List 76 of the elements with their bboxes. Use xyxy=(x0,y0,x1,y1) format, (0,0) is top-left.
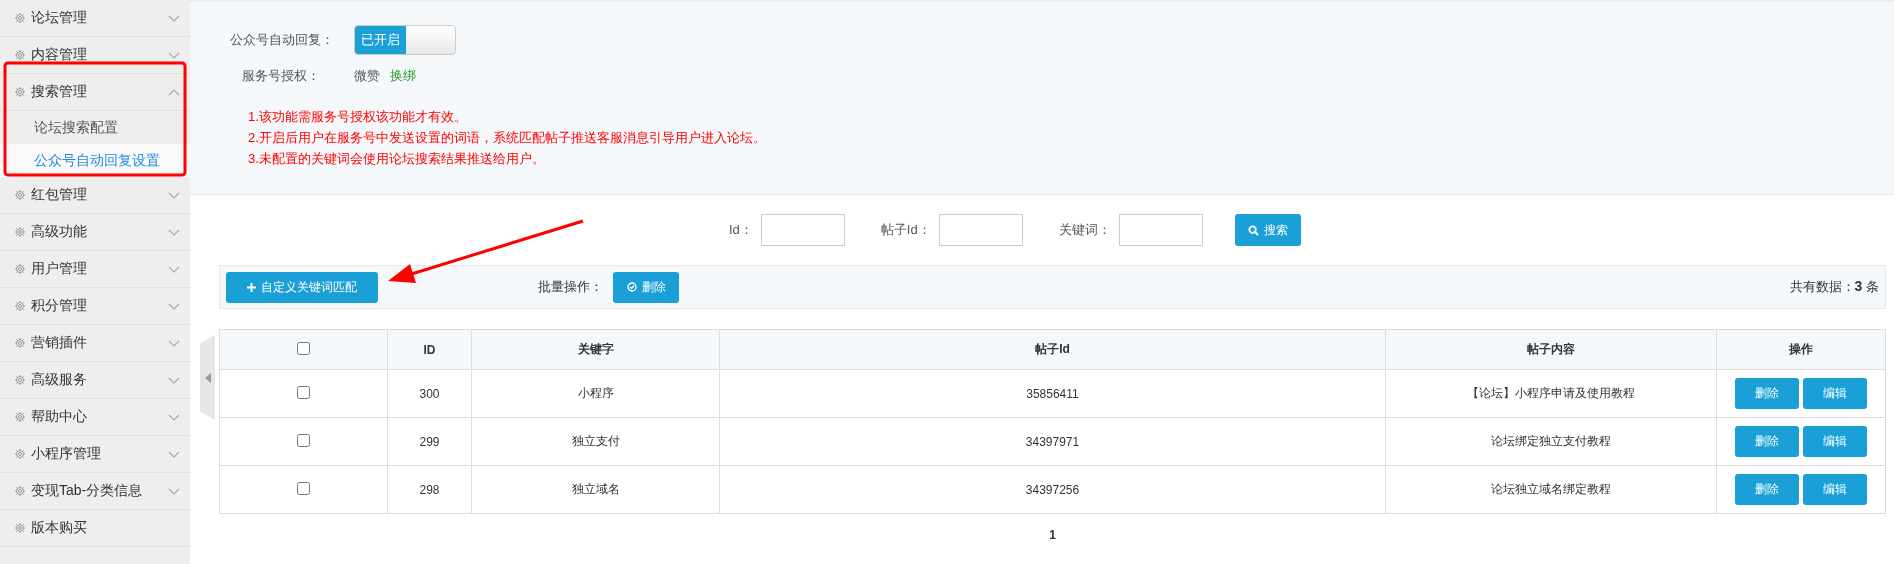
chevron-icon xyxy=(168,191,180,199)
notice-text: 2.开启后用户在服务号中发送设置的词语，系统匹配帖子推送客服消息引导用户进入论坛。 xyxy=(248,129,767,146)
table-cell: 论坛绑定独立支付教程 xyxy=(1385,417,1717,466)
sidebar-item[interactable]: 营销插件 xyxy=(0,325,190,362)
field-label: 服务号授权： xyxy=(241,67,321,85)
gear-icon xyxy=(14,12,26,24)
chevron-icon xyxy=(168,487,180,495)
total-count: 共有数据：3 条 xyxy=(1789,278,1879,296)
triangle-left-icon xyxy=(204,372,211,383)
gear-icon xyxy=(14,337,26,349)
field-label: 关键词： xyxy=(1058,221,1111,239)
table-cell: 35856411 xyxy=(719,369,1386,418)
field-label: 公众号自动回复： xyxy=(230,31,335,49)
chevron-icon xyxy=(168,339,180,347)
gear-icon xyxy=(14,374,26,386)
column-header: 操作 xyxy=(1716,329,1886,370)
select-all-checkbox[interactable] xyxy=(297,341,310,355)
search-icon xyxy=(1247,224,1259,236)
sidebar-item[interactable]: 高级功能 xyxy=(0,214,190,251)
gear-icon xyxy=(14,189,26,201)
table-cell: 298 xyxy=(387,465,472,514)
chevron-icon xyxy=(168,14,180,22)
column-header: 帖子Id xyxy=(719,329,1386,370)
gear-icon xyxy=(14,411,26,423)
table-cell: 300 xyxy=(387,369,472,418)
search-field[interactable] xyxy=(938,214,1023,246)
gear-icon xyxy=(14,49,26,61)
chevron-icon xyxy=(168,302,180,310)
chevron-icon xyxy=(168,413,180,421)
table-cell: 【论坛】小程序申请及使用教程 xyxy=(1385,369,1717,418)
sidebar-item[interactable]: 高级服务 xyxy=(0,362,190,399)
table-cell: 独立域名 xyxy=(471,465,720,514)
row-checkbox[interactable] xyxy=(297,433,310,447)
row-checkbox[interactable] xyxy=(297,385,310,399)
rebind-link[interactable]: 换绑 xyxy=(390,67,416,85)
sidebar-item[interactable]: 版本购买 xyxy=(0,510,190,547)
table-cell: 34397971 xyxy=(719,417,1386,466)
search-field[interactable] xyxy=(760,214,845,246)
table-cell: 小程序 xyxy=(471,369,720,418)
plus-icon xyxy=(247,282,256,292)
chevron-icon xyxy=(168,228,180,236)
sidebar-item[interactable]: 红包管理 xyxy=(0,177,190,214)
table-cell: 独立支付 xyxy=(471,417,720,466)
page-link[interactable]: 1 xyxy=(1049,528,1056,542)
notice-text: 3.未配置的关键词会使用论坛搜索结果推送给用户。 xyxy=(248,150,546,167)
chevron-icon xyxy=(168,51,180,59)
sidebar-item[interactable]: 积分管理 xyxy=(0,288,190,325)
sidebar-item[interactable]: 变现Tab-分类信息 xyxy=(0,473,190,510)
table-cell: 299 xyxy=(387,417,472,466)
check-circle-icon xyxy=(626,282,637,292)
column-header: 帖子内容 xyxy=(1385,329,1717,370)
gear-icon xyxy=(14,86,26,98)
table-cell: 论坛独立域名绑定教程 xyxy=(1385,465,1717,514)
batch-label: 批量操作： xyxy=(538,278,603,296)
gear-icon xyxy=(14,448,26,460)
column-header: 关键字 xyxy=(471,329,720,370)
gear-icon xyxy=(14,263,26,275)
gear-icon xyxy=(14,300,26,312)
sidebar-item[interactable]: 用户管理 xyxy=(0,251,190,288)
gear-icon xyxy=(14,522,26,534)
field-label: Id： xyxy=(729,221,753,239)
gear-icon xyxy=(14,485,26,497)
gear-icon xyxy=(14,226,26,238)
notice-text: 1.该功能需服务号授权该功能才有效。 xyxy=(248,108,468,125)
account-name: 微赞 xyxy=(354,67,380,85)
chevron-icon xyxy=(168,376,180,384)
sidebar-item[interactable]: 帮助中心 xyxy=(0,399,190,436)
row-checkbox[interactable] xyxy=(297,481,310,495)
chevron-icon xyxy=(168,265,180,273)
chevron-icon xyxy=(168,450,180,458)
column-header: ID xyxy=(387,329,472,370)
table-cell: 34397256 xyxy=(719,465,1386,514)
sidebar-item[interactable]: 小程序管理 xyxy=(0,436,190,473)
search-field[interactable] xyxy=(1118,214,1203,246)
field-label: 帖子Id： xyxy=(880,221,931,239)
chevron-icon xyxy=(168,88,180,96)
